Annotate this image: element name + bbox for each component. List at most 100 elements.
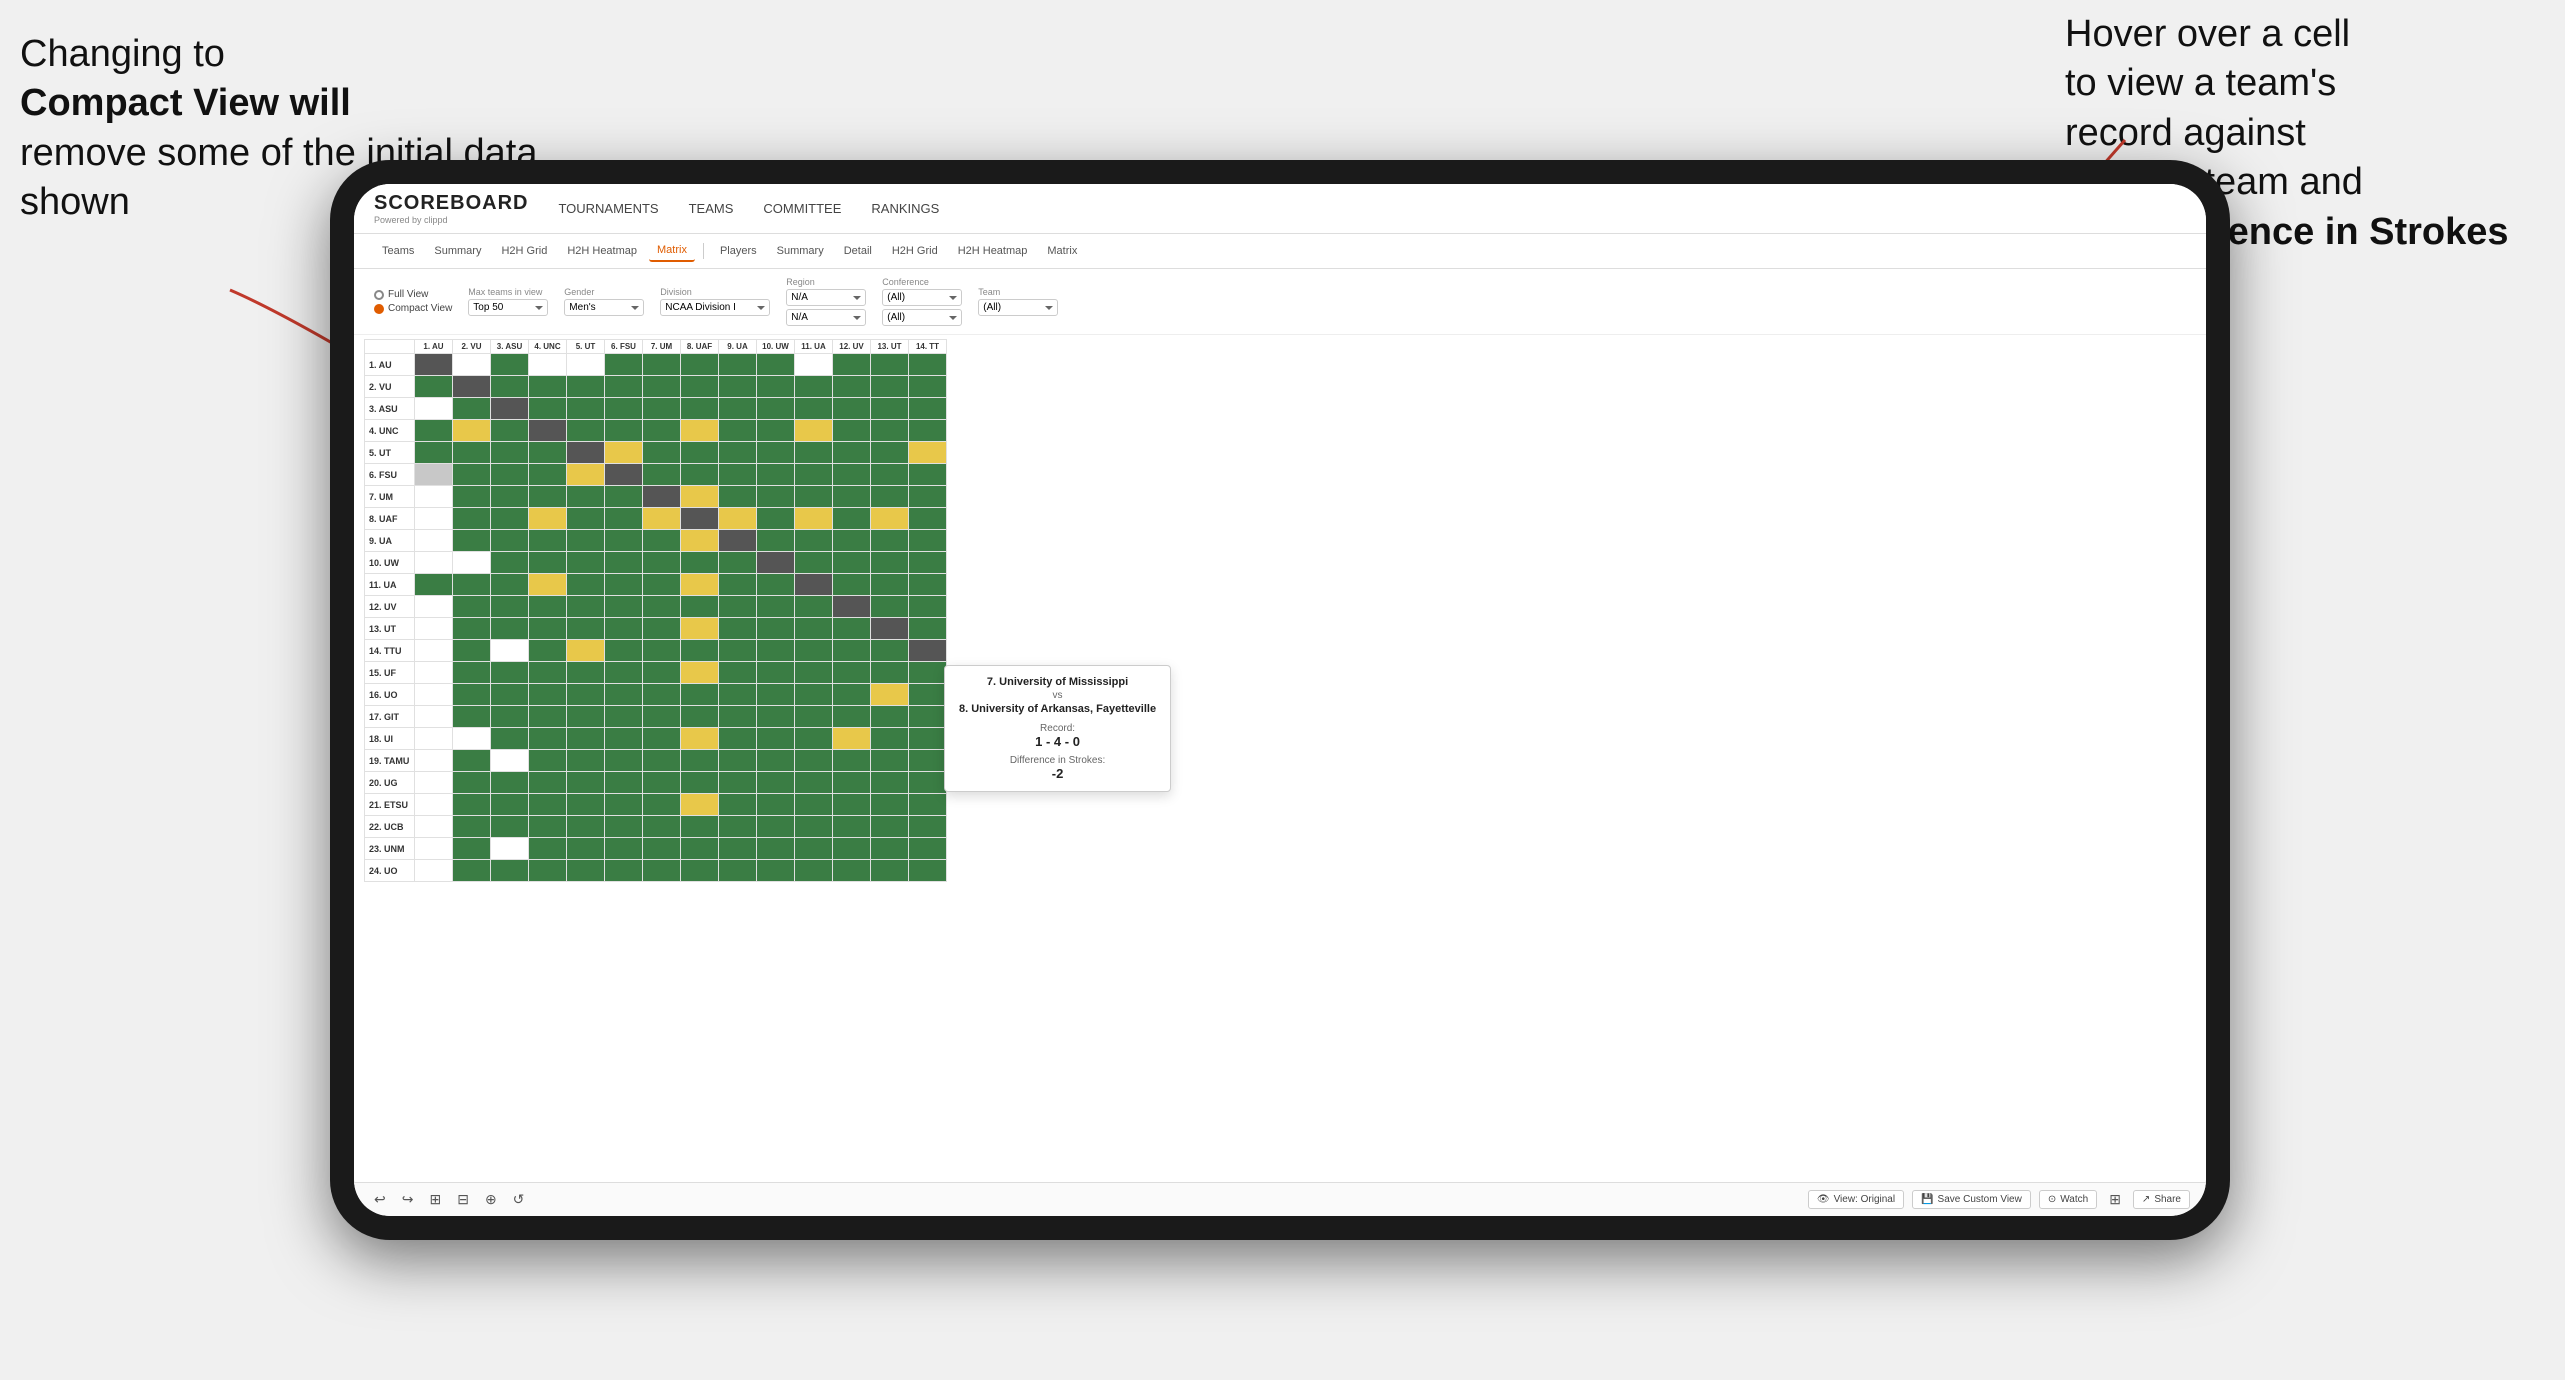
cell-r5-c1[interactable] <box>453 464 491 486</box>
cell-r4-c8[interactable] <box>719 442 757 464</box>
cell-r7-c8[interactable] <box>719 508 757 530</box>
cell-r1-c11[interactable] <box>833 376 871 398</box>
compactview-radio[interactable]: Compact View <box>374 303 452 314</box>
cell-r16-c2[interactable] <box>491 706 529 728</box>
cell-r20-c8[interactable] <box>719 794 757 816</box>
cell-r6-c6[interactable] <box>643 486 681 508</box>
cell-r14-c1[interactable] <box>453 662 491 684</box>
cell-r6-c5[interactable] <box>605 486 643 508</box>
cell-r12-c0[interactable] <box>415 618 453 640</box>
cell-r6-c1[interactable] <box>453 486 491 508</box>
region-select[interactable]: N/A <box>786 289 866 306</box>
cell-r16-c7[interactable] <box>681 706 719 728</box>
cell-r15-c0[interactable] <box>415 684 453 706</box>
cell-r20-c1[interactable] <box>453 794 491 816</box>
cell-r23-c2[interactable] <box>491 860 529 882</box>
cell-r8-c4[interactable] <box>567 530 605 552</box>
cell-r11-c11[interactable] <box>833 596 871 618</box>
cell-r4-c4[interactable] <box>567 442 605 464</box>
cell-r15-c11[interactable] <box>833 684 871 706</box>
subnav-players-heatmap[interactable]: H2H Heatmap <box>950 241 1036 261</box>
cell-r12-c7[interactable] <box>681 618 719 640</box>
cell-r5-c2[interactable] <box>491 464 529 486</box>
cell-r11-c0[interactable] <box>415 596 453 618</box>
cell-r3-c10[interactable] <box>795 420 833 442</box>
cell-r12-c4[interactable] <box>567 618 605 640</box>
cell-r18-c13[interactable] <box>909 750 947 772</box>
cell-r11-c10[interactable] <box>795 596 833 618</box>
cell-r13-c12[interactable] <box>871 640 909 662</box>
cell-r22-c0[interactable] <box>415 838 453 860</box>
cell-r9-c7[interactable] <box>681 552 719 574</box>
cell-r23-c10[interactable] <box>795 860 833 882</box>
cell-r6-c10[interactable] <box>795 486 833 508</box>
cell-r3-c13[interactable] <box>909 420 947 442</box>
cell-r5-c5[interactable] <box>605 464 643 486</box>
cell-r11-c3[interactable] <box>529 596 567 618</box>
subnav-players-summary[interactable]: Summary <box>769 241 832 261</box>
cell-r15-c7[interactable] <box>681 684 719 706</box>
subnav-summary[interactable]: Summary <box>426 241 489 261</box>
subnav-matrix-teams[interactable]: Matrix <box>649 240 695 262</box>
cell-r21-c9[interactable] <box>757 816 795 838</box>
cell-r19-c6[interactable] <box>643 772 681 794</box>
cell-r5-c7[interactable] <box>681 464 719 486</box>
cell-r10-c12[interactable] <box>871 574 909 596</box>
cell-r10-c11[interactable] <box>833 574 871 596</box>
max-teams-select[interactable]: Top 50 <box>468 299 548 316</box>
cell-r22-c13[interactable] <box>909 838 947 860</box>
cell-r11-c7[interactable] <box>681 596 719 618</box>
cell-r11-c5[interactable] <box>605 596 643 618</box>
cell-r19-c10[interactable] <box>795 772 833 794</box>
cell-r19-c9[interactable] <box>757 772 795 794</box>
cell-r0-c13[interactable] <box>909 354 947 376</box>
cell-r9-c6[interactable] <box>643 552 681 574</box>
cell-r20-c2[interactable] <box>491 794 529 816</box>
cell-r0-c6[interactable] <box>643 354 681 376</box>
cell-r21-c13[interactable] <box>909 816 947 838</box>
cell-r7-c6[interactable] <box>643 508 681 530</box>
cell-r20-c9[interactable] <box>757 794 795 816</box>
cell-r15-c1[interactable] <box>453 684 491 706</box>
cell-r23-c11[interactable] <box>833 860 871 882</box>
cell-r0-c8[interactable] <box>719 354 757 376</box>
cell-r7-c2[interactable] <box>491 508 529 530</box>
cell-r20-c13[interactable] <box>909 794 947 816</box>
cell-r19-c2[interactable] <box>491 772 529 794</box>
cell-r7-c11[interactable] <box>833 508 871 530</box>
cell-r5-c9[interactable] <box>757 464 795 486</box>
division-select[interactable]: NCAA Division I <box>660 299 770 316</box>
cell-r17-c13[interactable] <box>909 728 947 750</box>
cell-r6-c2[interactable] <box>491 486 529 508</box>
cell-r0-c5[interactable] <box>605 354 643 376</box>
cell-r4-c6[interactable] <box>643 442 681 464</box>
cell-r11-c12[interactable] <box>871 596 909 618</box>
cell-r6-c7[interactable] <box>681 486 719 508</box>
cell-r3-c12[interactable] <box>871 420 909 442</box>
cell-r8-c13[interactable] <box>909 530 947 552</box>
cell-r2-c11[interactable] <box>833 398 871 420</box>
cell-r10-c0[interactable] <box>415 574 453 596</box>
cell-r20-c4[interactable] <box>567 794 605 816</box>
cell-r2-c5[interactable] <box>605 398 643 420</box>
cell-r9-c11[interactable] <box>833 552 871 574</box>
cell-r15-c8[interactable] <box>719 684 757 706</box>
cell-r13-c9[interactable] <box>757 640 795 662</box>
cell-r15-c4[interactable] <box>567 684 605 706</box>
cell-r0-c10[interactable] <box>795 354 833 376</box>
nav-rankings[interactable]: RANKINGS <box>871 197 939 220</box>
cell-r10-c13[interactable] <box>909 574 947 596</box>
cell-r4-c12[interactable] <box>871 442 909 464</box>
cell-r14-c2[interactable] <box>491 662 529 684</box>
cell-r5-c4[interactable] <box>567 464 605 486</box>
cell-r10-c3[interactable] <box>529 574 567 596</box>
cell-r1-c7[interactable] <box>681 376 719 398</box>
cell-r0-c3[interactable] <box>529 354 567 376</box>
cell-r15-c2[interactable] <box>491 684 529 706</box>
cell-r18-c2[interactable] <box>491 750 529 772</box>
cell-r5-c0[interactable] <box>415 464 453 486</box>
tool3-icon[interactable]: ⊞ <box>425 1189 445 1210</box>
cell-r13-c6[interactable] <box>643 640 681 662</box>
tool4-icon[interactable]: ⊟ <box>453 1189 473 1210</box>
cell-r19-c13[interactable] <box>909 772 947 794</box>
